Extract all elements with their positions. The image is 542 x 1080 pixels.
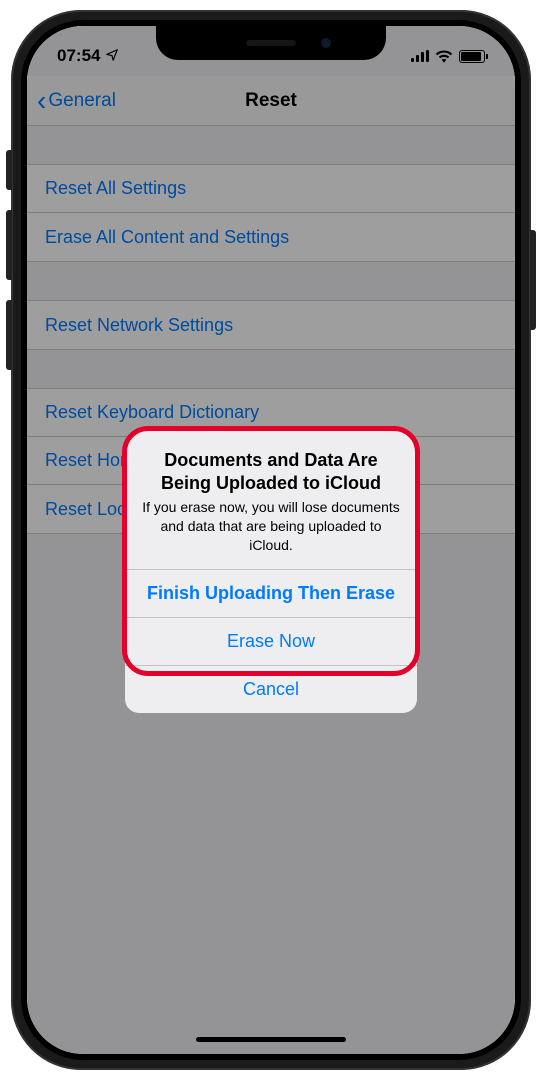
alert-title: Documents and Data Are Being Uploaded to…: [139, 449, 403, 494]
side-button: [530, 230, 536, 330]
phone-frame: 07:54 ‹ General: [11, 10, 531, 1070]
volume-up-button: [6, 210, 12, 280]
cancel-button[interactable]: Cancel: [125, 665, 417, 713]
silent-switch: [6, 150, 12, 190]
screen: 07:54 ‹ General: [27, 26, 515, 1054]
alert-message: If you erase now, you will lose document…: [139, 498, 403, 555]
alert-body: Documents and Data Are Being Uploaded to…: [125, 431, 417, 569]
home-indicator[interactable]: [196, 1037, 346, 1042]
finish-uploading-button[interactable]: Finish Uploading Then Erase: [125, 569, 417, 617]
volume-down-button: [6, 300, 12, 370]
erase-now-button[interactable]: Erase Now: [125, 617, 417, 665]
alert-dialog: Documents and Data Are Being Uploaded to…: [125, 431, 417, 713]
